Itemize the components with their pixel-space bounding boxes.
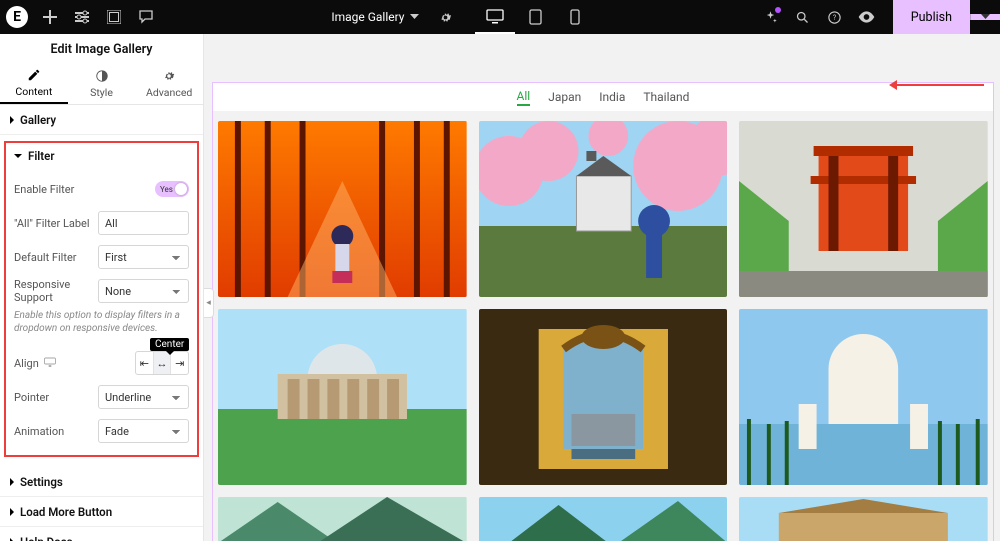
panel-sections: Gallery Filter Enable Filter Yes "All" F… [0, 105, 203, 541]
gallery-image[interactable] [218, 309, 467, 485]
align-tooltip: Center [150, 338, 189, 351]
elementor-logo[interactable]: E [0, 0, 34, 34]
gallery-image[interactable] [739, 497, 988, 541]
animation-select[interactable]: Fade [98, 419, 189, 443]
enable-filter-toggle[interactable]: Yes [155, 181, 189, 197]
gallery-image[interactable] [739, 121, 988, 297]
caret-right-icon [10, 478, 14, 486]
default-filter-select[interactable]: First [98, 245, 189, 269]
filter-item-japan[interactable]: Japan [548, 90, 581, 104]
editor-panel: Edit Image Gallery Content Style Advance… [0, 34, 204, 541]
notes-button[interactable] [130, 0, 162, 34]
svg-text:?: ? [833, 14, 836, 22]
filter-item-all[interactable]: All [517, 89, 531, 106]
all-filter-label: "All" Filter Label [14, 217, 98, 230]
annotation-arrow [892, 84, 984, 86]
section-load-more[interactable]: Load More Button [0, 497, 203, 527]
section-gallery[interactable]: Gallery [0, 105, 203, 135]
panel-tabs: Content Style Advanced [0, 64, 203, 105]
gallery-image[interactable] [479, 121, 728, 297]
caret-right-icon [10, 538, 14, 541]
help-button[interactable]: ? [819, 0, 851, 34]
section-help-docs[interactable]: Help Docs [0, 527, 203, 541]
device-desktop[interactable] [475, 0, 515, 34]
gallery-image[interactable] [218, 497, 467, 541]
publish-button[interactable]: Publish [893, 0, 970, 34]
gallery-image[interactable] [739, 309, 988, 485]
section-filter-highlight: Filter Enable Filter Yes "All" Filter La… [4, 141, 199, 457]
animation-label: Animation [14, 425, 98, 438]
whats-new-button[interactable] [755, 0, 787, 34]
contrast-icon [95, 69, 109, 83]
desktop-icon [44, 357, 56, 367]
enable-filter-label: Enable Filter [14, 183, 98, 196]
finder-button[interactable] [787, 0, 819, 34]
align-choose-group: ⇤ ↔ ⇥ [135, 351, 189, 375]
site-settings-button[interactable] [66, 0, 98, 34]
gallery-image[interactable] [479, 497, 728, 541]
caret-right-icon [10, 116, 14, 124]
top-bar: E Image Gallery ? Publish [0, 0, 1000, 34]
section-filter[interactable]: Filter [14, 143, 189, 169]
caret-down-icon [14, 154, 22, 158]
tab-advanced[interactable]: Advanced [135, 64, 203, 104]
align-label: Align [14, 357, 98, 370]
panel-title: Edit Image Gallery [0, 34, 203, 64]
caret-right-icon [10, 508, 14, 516]
page-settings-button[interactable] [429, 0, 461, 34]
image-gallery-widget[interactable]: All Japan India Thailand [212, 82, 994, 541]
responsive-support-select[interactable]: None [98, 279, 189, 303]
pointer-label: Pointer [14, 391, 98, 404]
all-filter-input[interactable] [98, 211, 189, 235]
structure-button[interactable] [98, 0, 130, 34]
responsive-support-label: Responsive Support [14, 278, 98, 304]
device-tablet[interactable] [515, 0, 555, 34]
widget-name-dropdown[interactable]: Image Gallery [321, 0, 429, 34]
responsive-help-text: Enable this option to display filters in… [14, 309, 189, 335]
tab-style[interactable]: Style [68, 64, 136, 104]
gallery-image[interactable] [218, 121, 467, 297]
preview-canvas: ◂ All Japan India Thailand [204, 34, 1000, 541]
publish-options-button[interactable] [970, 14, 1000, 20]
add-element-button[interactable] [34, 0, 66, 34]
filter-item-thailand[interactable]: Thailand [643, 90, 689, 104]
chevron-down-icon [410, 14, 419, 20]
align-center-button[interactable]: ↔ [153, 352, 171, 374]
pointer-select[interactable]: Underline [98, 385, 189, 409]
align-right-button[interactable]: ⇥ [170, 352, 188, 374]
preview-button[interactable] [851, 0, 883, 34]
default-filter-label: Default Filter [14, 251, 98, 264]
widget-name-label: Image Gallery [331, 10, 404, 24]
panel-collapse-handle[interactable]: ◂ [204, 288, 214, 318]
gear-icon [162, 69, 176, 83]
section-settings[interactable]: Settings [0, 467, 203, 497]
filter-item-india[interactable]: India [599, 90, 625, 104]
gallery-image[interactable] [479, 309, 728, 485]
pencil-icon [27, 68, 41, 82]
tab-content[interactable]: Content [0, 64, 68, 104]
gallery-grid [213, 111, 993, 541]
gallery-filter-bar: All Japan India Thailand [213, 83, 993, 111]
device-mobile[interactable] [555, 0, 595, 34]
align-left-button[interactable]: ⇤ [136, 352, 153, 374]
